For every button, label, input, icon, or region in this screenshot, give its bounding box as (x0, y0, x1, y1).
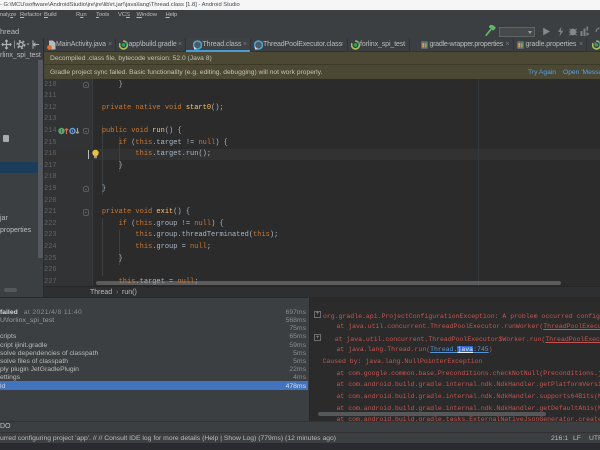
svg-text:I: I (61, 129, 62, 135)
